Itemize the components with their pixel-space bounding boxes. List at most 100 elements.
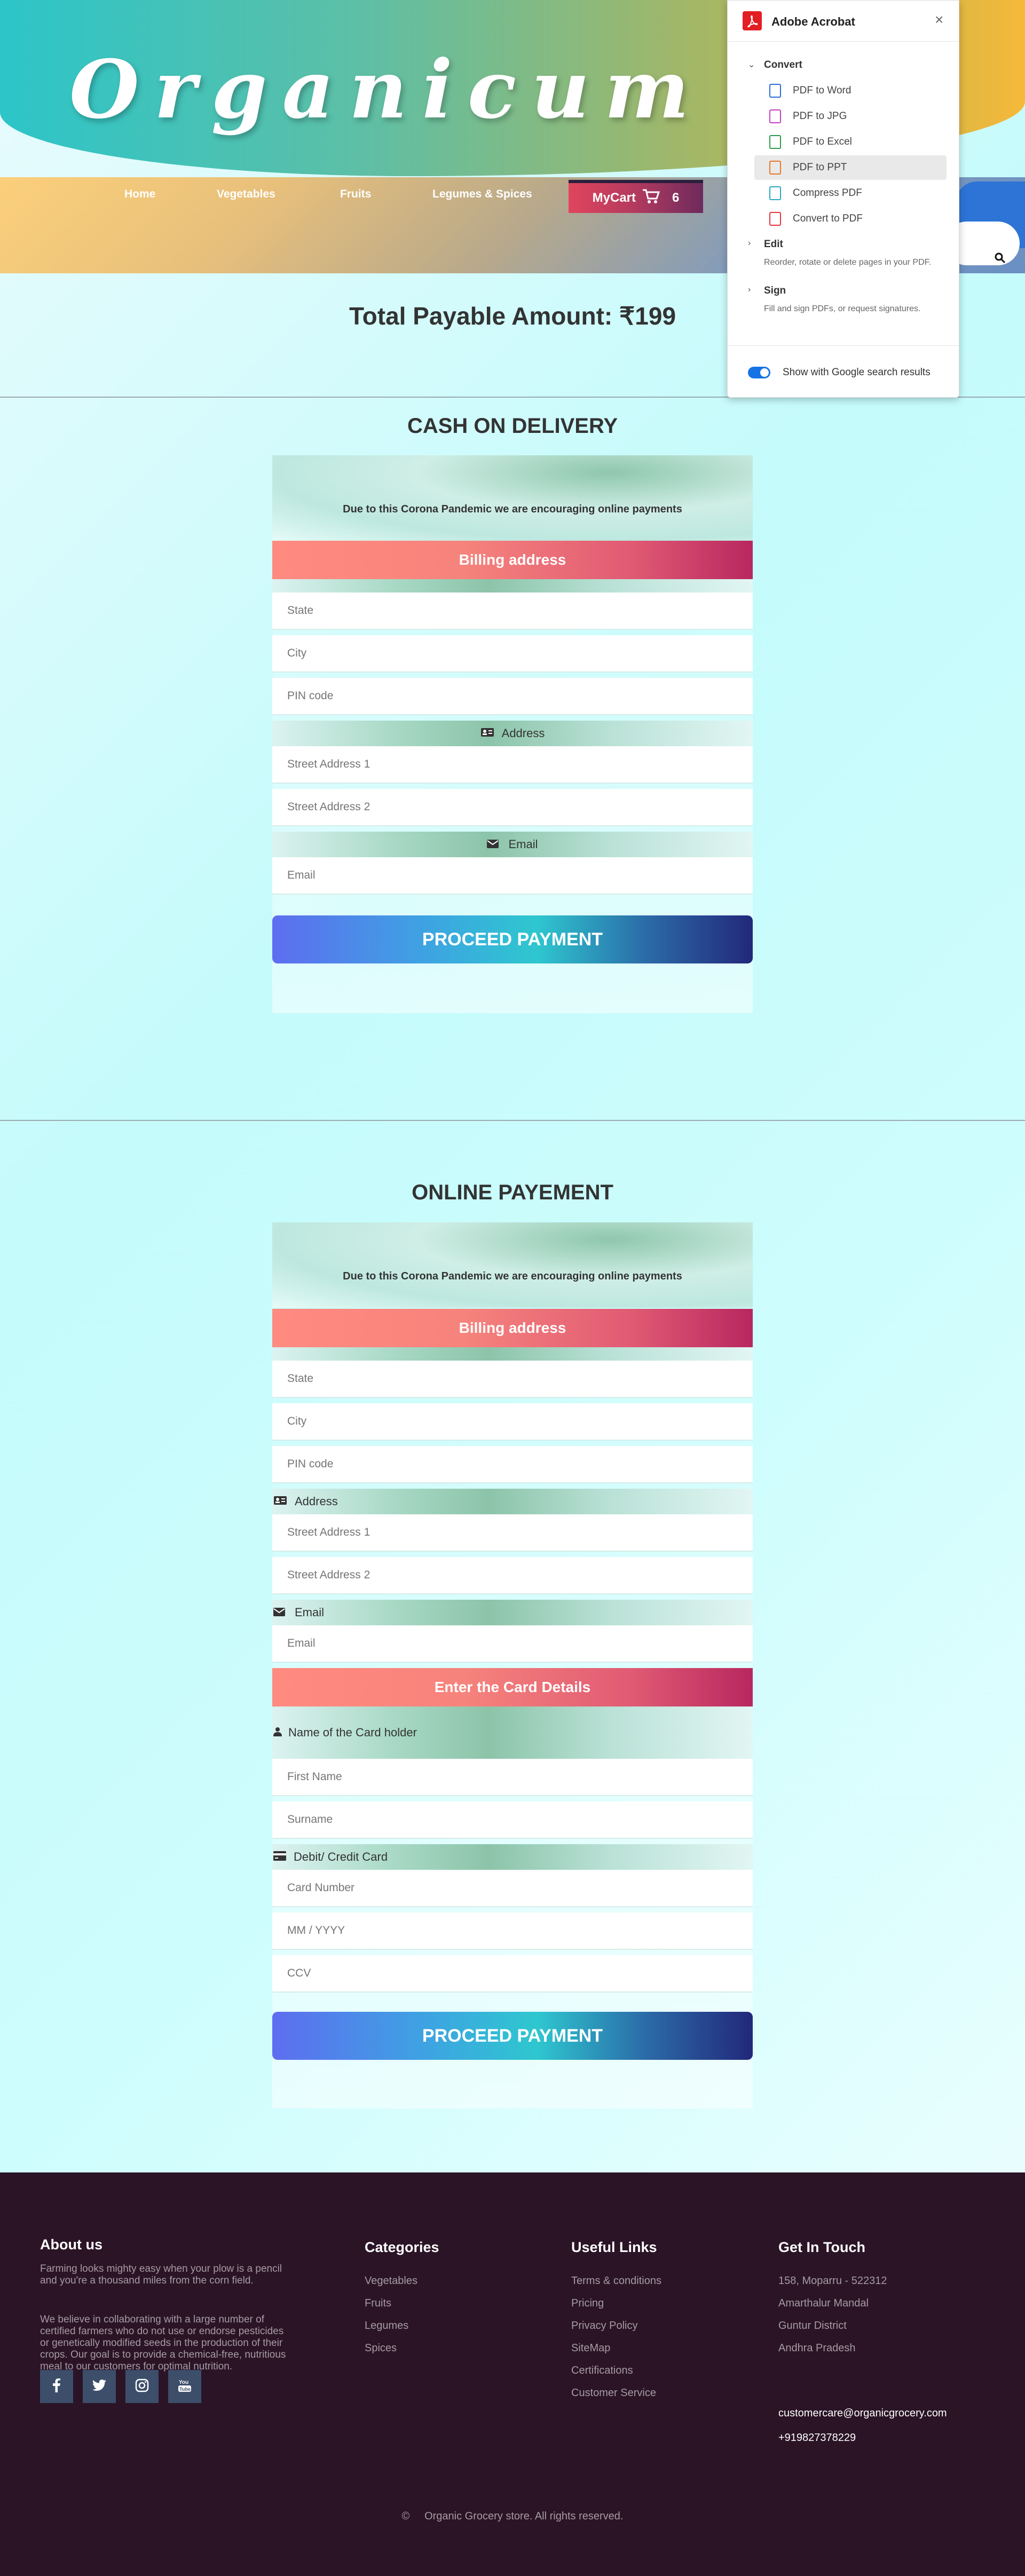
- pdf-file-icon: [769, 212, 781, 226]
- compress-pdf-label: Compress PDF: [793, 187, 862, 199]
- card-number-field[interactable]: [272, 1870, 753, 1907]
- online-state-field[interactable]: [272, 1361, 753, 1398]
- convert-to-pdf[interactable]: Convert to PDF: [754, 207, 947, 231]
- chevron-right-icon[interactable]: ›: [748, 239, 751, 248]
- first-name-input[interactable]: [287, 1771, 753, 1783]
- pdf-to-excel[interactable]: PDF to Excel: [754, 130, 947, 154]
- cod-city-input[interactable]: [287, 647, 753, 660]
- google-results-toggle-label: Show with Google search results: [783, 367, 931, 378]
- acrobat-title: Adobe Acrobat: [771, 15, 855, 28]
- useful-links-title: Useful Links: [571, 2239, 657, 2255]
- link-privacy[interactable]: Privacy Policy: [571, 2320, 637, 2332]
- online-proceed-payment-button[interactable]: PROCEED PAYMENT: [272, 2012, 753, 2060]
- online-city-field[interactable]: [272, 1403, 753, 1441]
- cod-pin-input[interactable]: [287, 690, 753, 702]
- address-line: 158, Moparru - 522312: [778, 2275, 887, 2287]
- convert-section[interactable]: Convert: [764, 59, 802, 71]
- google-results-toggle[interactable]: [748, 367, 770, 378]
- ccv-field[interactable]: [272, 1955, 753, 1993]
- online-email-label: Email: [295, 1606, 325, 1619]
- compress-pdf[interactable]: Compress PDF: [754, 181, 947, 206]
- nav-legumes-spices[interactable]: Legumes & Spices: [432, 188, 532, 201]
- excel-file-icon: [769, 135, 781, 149]
- online-street1-field[interactable]: [272, 1514, 753, 1552]
- cod-proceed-payment-button[interactable]: PROCEED PAYMENT: [272, 915, 753, 963]
- cod-notice: Due to this Corona Pandemic we are encou…: [343, 503, 682, 515]
- facebook-button[interactable]: [40, 2370, 73, 2403]
- twitter-button[interactable]: [83, 2370, 116, 2403]
- pdf-to-ppt[interactable]: PDF to PPT: [754, 155, 947, 180]
- mycart-button[interactable]: MyCart 6: [569, 180, 703, 213]
- address-line: Andhra Pradesh: [778, 2342, 856, 2354]
- contact-phone[interactable]: +919827378229: [778, 2432, 856, 2444]
- cod-street1-field[interactable]: [272, 746, 753, 784]
- nav-fruits[interactable]: Fruits: [340, 188, 371, 201]
- youtube-button[interactable]: You Tube: [168, 2370, 201, 2403]
- pdf-to-word-label: PDF to Word: [793, 85, 851, 96]
- pdf-to-jpg[interactable]: PDF to JPG: [754, 104, 947, 129]
- sign-description: Fill and sign PDFs, or request signature…: [764, 304, 921, 313]
- pdf-to-word[interactable]: PDF to Word: [754, 78, 947, 103]
- instagram-button[interactable]: [125, 2370, 159, 2403]
- chevron-right-icon[interactable]: ›: [748, 285, 751, 295]
- online-street2-input[interactable]: [287, 1569, 753, 1582]
- category-legumes[interactable]: Legumes: [365, 2320, 408, 2332]
- compress-file-icon: [769, 186, 781, 200]
- cod-address-band: Address: [272, 721, 753, 746]
- category-vegetables[interactable]: Vegetables: [365, 2275, 417, 2287]
- category-spices[interactable]: Spices: [365, 2342, 397, 2354]
- cod-band: [272, 579, 753, 592]
- close-icon[interactable]: ×: [935, 11, 943, 28]
- cod-email-field[interactable]: [272, 857, 753, 895]
- cod-email-input[interactable]: [287, 869, 753, 882]
- online-pin-field[interactable]: [272, 1446, 753, 1483]
- online-street1-input[interactable]: [287, 1526, 753, 1539]
- online-city-input[interactable]: [287, 1415, 753, 1428]
- chevron-down-icon[interactable]: ⌄: [748, 59, 755, 70]
- edit-section[interactable]: Edit: [764, 239, 783, 250]
- surname-field[interactable]: [272, 1801, 753, 1839]
- cod-email-band: Email: [272, 832, 753, 857]
- cod-state-input[interactable]: [287, 604, 753, 617]
- cod-state-field[interactable]: [272, 592, 753, 630]
- link-certifications[interactable]: Certifications: [571, 2365, 633, 2377]
- link-pricing[interactable]: Pricing: [571, 2297, 604, 2310]
- word-file-icon: [769, 84, 781, 98]
- online-email-input[interactable]: [287, 1637, 753, 1650]
- online-pin-input[interactable]: [287, 1458, 753, 1471]
- cod-pin-field[interactable]: [272, 678, 753, 715]
- cod-street2-field[interactable]: [272, 789, 753, 826]
- envelope-icon: [487, 837, 499, 851]
- expiry-field[interactable]: [272, 1913, 753, 1950]
- ccv-input[interactable]: [287, 1967, 753, 1980]
- expiry-input[interactable]: [287, 1924, 753, 1937]
- online-street2-field[interactable]: [272, 1557, 753, 1594]
- contact-email[interactable]: customercare@organicgrocery.com: [778, 2407, 947, 2420]
- user-icon: [273, 1726, 282, 1740]
- cod-city-field[interactable]: [272, 635, 753, 673]
- sign-section[interactable]: Sign: [764, 285, 786, 297]
- svg-text:You: You: [179, 2380, 188, 2385]
- online-billing-header: Billing address: [272, 1309, 753, 1347]
- instagram-icon: [135, 2379, 149, 2395]
- nav-vegetables[interactable]: Vegetables: [217, 188, 275, 201]
- card-number-input[interactable]: [287, 1882, 753, 1894]
- first-name-field[interactable]: [272, 1759, 753, 1796]
- address-line: Guntur District: [778, 2320, 847, 2332]
- online-state-input[interactable]: [287, 1372, 753, 1385]
- online-email-field[interactable]: [272, 1625, 753, 1663]
- surname-input[interactable]: [287, 1813, 753, 1826]
- link-terms[interactable]: Terms & conditions: [571, 2275, 661, 2287]
- search-icon[interactable]: [994, 252, 1007, 265]
- edit-description: Reorder, rotate or delete pages in your …: [764, 258, 932, 267]
- link-customer-service[interactable]: Customer Service: [571, 2387, 656, 2399]
- nav-home[interactable]: Home: [124, 188, 155, 201]
- cod-street2-input[interactable]: [287, 801, 753, 813]
- link-sitemap[interactable]: SiteMap: [571, 2342, 610, 2354]
- category-fruits[interactable]: Fruits: [365, 2297, 391, 2310]
- get-in-touch-title: Get In Touch: [778, 2239, 865, 2255]
- cod-street1-input[interactable]: [287, 758, 753, 771]
- svg-text:Tube: Tube: [179, 2387, 191, 2392]
- cod-title: CASH ON DELIVERY: [407, 414, 618, 438]
- credit-card-icon: [273, 1850, 286, 1864]
